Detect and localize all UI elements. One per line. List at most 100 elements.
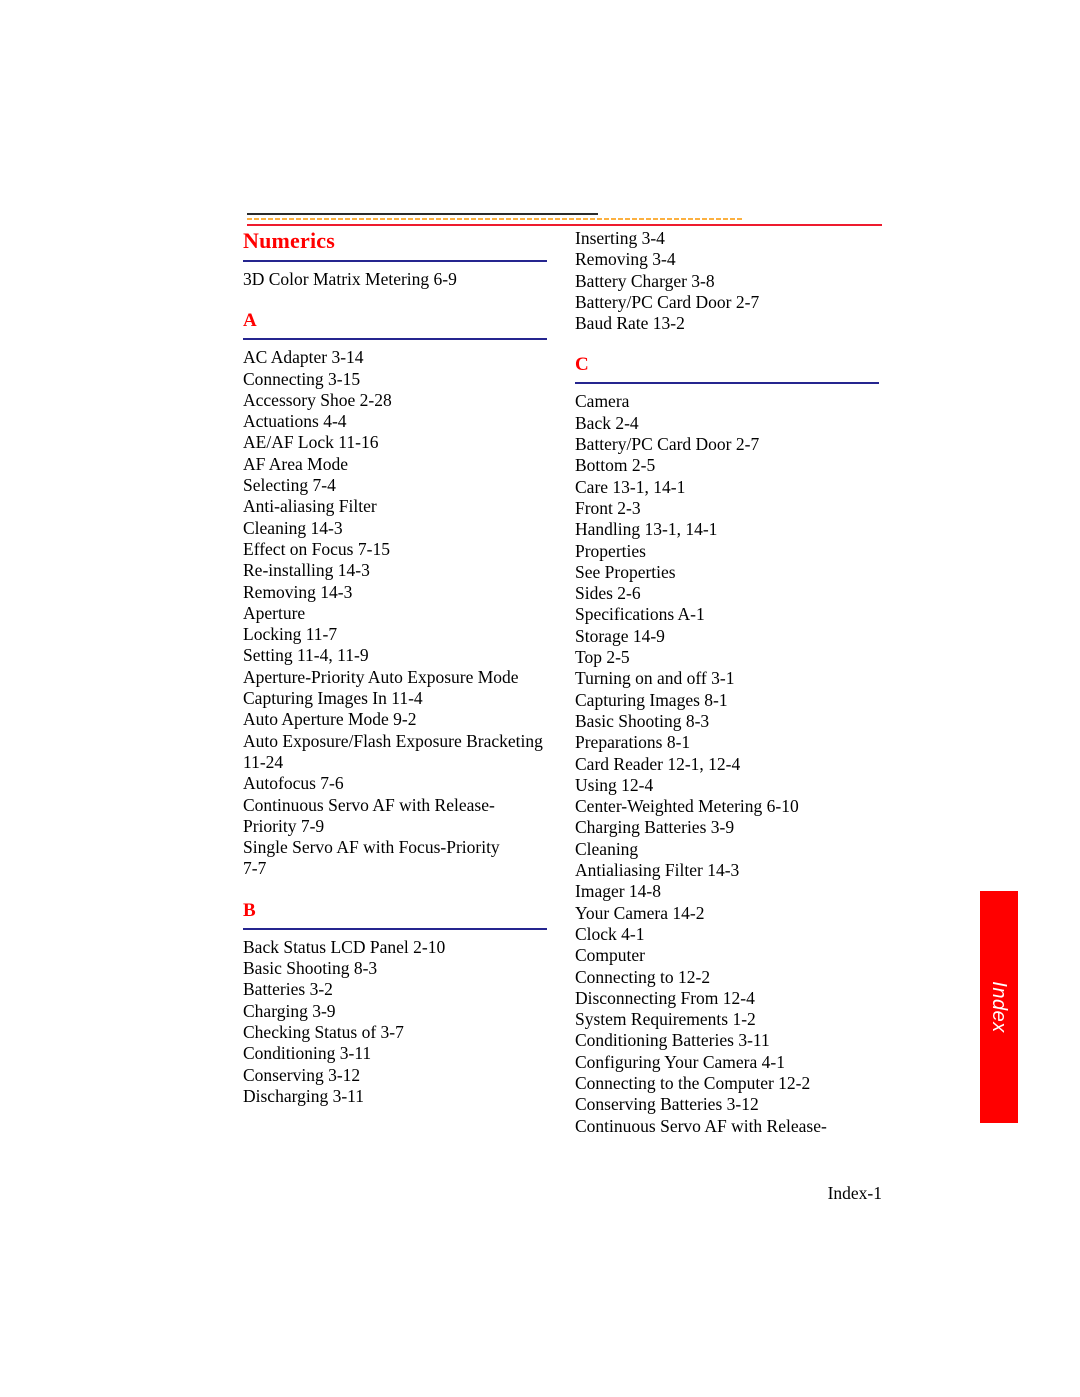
index-entry[interactable]: Bottom 2-5	[575, 455, 881, 476]
index-entry[interactable]: AF Area Mode	[243, 454, 549, 475]
index-entry[interactable]: Removing 3-4	[575, 249, 881, 270]
index-section-underline	[243, 338, 547, 341]
index-section-heading: C	[575, 354, 589, 376]
index-entry[interactable]: Cleaning 14-3	[243, 518, 549, 539]
header-rule-dark	[247, 213, 598, 215]
index-entry[interactable]: Clock 4-1	[575, 924, 881, 945]
index-entry-list: AC Adapter 3-14 Connecting 3-15 Accessory …	[243, 347, 549, 879]
index-entry[interactable]: System Requirements 1-2	[575, 1009, 881, 1030]
index-entry[interactable]: Back 2-4	[575, 413, 881, 434]
page-number-label: Index-1	[827, 1183, 882, 1203]
index-entry[interactable]: Capturing Images 8-1	[575, 690, 881, 711]
index-column-right: Inserting 3-4 Removing 3-4 Battery Charger…	[575, 228, 881, 1137]
index-section-underline	[243, 927, 547, 930]
index-entry[interactable]: Battery/PC Card Door 2-7	[575, 292, 881, 313]
index-entry[interactable]: Conserving 3-12	[243, 1065, 549, 1086]
index-section: A AC Adapter 3-14 Connecting 3-15 Accessory…	[243, 310, 549, 879]
index-section: Numerics 3D Color Matrix Metering 6-9	[243, 228, 549, 290]
index-entry[interactable]: 3D Color Matrix Metering 6-9	[243, 269, 549, 290]
index-entry-list: Back Status LCD Panel 2-10 Basic Shooting…	[243, 937, 549, 1107]
index-entry[interactable]: Continuous Servo AF with Release-	[243, 795, 549, 816]
index-section: C Camera Back 2-4 Battery/PC Card Door 2-7 B…	[575, 354, 881, 1136]
index-entry[interactable]: Storage 14-9	[575, 626, 881, 647]
index-entry[interactable]: Setting 11-4, 11-9	[243, 645, 549, 666]
index-entry[interactable]: Accessory Shoe 2-28	[243, 390, 549, 411]
index-entry-list: 3D Color Matrix Metering 6-9	[243, 269, 549, 290]
index-entry[interactable]: Basic Shooting 8-3	[575, 711, 881, 732]
index-entry[interactable]: Disconnecting From 12-4	[575, 988, 881, 1009]
index-entry[interactable]: Discharging 3-11	[243, 1086, 549, 1107]
index-entry[interactable]: Back Status LCD Panel 2-10	[243, 937, 549, 958]
index-entry[interactable]: Connecting to the Computer 12-2	[575, 1073, 881, 1094]
index-entry[interactable]: Your Camera 14-2	[575, 903, 881, 924]
index-entry[interactable]: Auto Aperture Mode 9-2	[243, 709, 549, 730]
index-entry[interactable]: Aperture-Priority Auto Exposure Mode	[243, 667, 549, 688]
index-entry[interactable]: AE/AF Lock 11-16	[243, 432, 549, 453]
index-entry[interactable]: Conserving Batteries 3-12	[575, 1094, 881, 1115]
index-entry[interactable]: Camera	[575, 391, 881, 412]
index-entry[interactable]: Front 2-3	[575, 498, 881, 519]
index-entry[interactable]: Baud Rate 13-2	[575, 313, 881, 334]
index-entry[interactable]: Computer	[575, 945, 881, 966]
index-entry[interactable]: AC Adapter 3-14	[243, 347, 549, 368]
index-entry[interactable]: Sides 2-6	[575, 583, 881, 604]
index-entry[interactable]: Locking 11-7	[243, 624, 549, 645]
index-entry[interactable]: Inserting 3-4	[575, 228, 881, 249]
index-entry[interactable]: Handling 13-1, 14-1	[575, 519, 881, 540]
index-entry[interactable]: Connecting 3-15	[243, 369, 549, 390]
index-entry[interactable]: Care 13-1, 14-1	[575, 477, 881, 498]
index-entry[interactable]: Using 12-4	[575, 775, 881, 796]
index-entry[interactable]: Priority 7-9	[243, 816, 549, 837]
index-entry[interactable]: Anti-aliasing Filter	[243, 496, 549, 517]
index-section-heading: A	[243, 310, 257, 332]
index-side-tab[interactable]: Index	[980, 891, 1018, 1123]
index-page: Numerics 3D Color Matrix Metering 6-9 A AC …	[0, 0, 1080, 1397]
index-entry[interactable]: Properties	[575, 541, 881, 562]
index-entry[interactable]: Batteries 3-2	[243, 979, 549, 1000]
index-entry[interactable]: 11-24	[243, 752, 549, 773]
index-entry[interactable]: Charging 3-9	[243, 1001, 549, 1022]
index-entry[interactable]: Battery/PC Card Door 2-7	[575, 434, 881, 455]
index-entry[interactable]: Basic Shooting 8-3	[243, 958, 549, 979]
header-rule-red	[247, 224, 882, 226]
index-entry[interactable]: Specifications A-1	[575, 604, 881, 625]
header-rule-yellow	[247, 218, 742, 220]
index-entry[interactable]: Single Servo AF with Focus-Priority	[243, 837, 549, 858]
index-entry[interactable]: See Properties	[575, 562, 881, 583]
index-side-tab-label: Index	[988, 981, 1011, 1033]
index-entry-list: Inserting 3-4 Removing 3-4 Battery Charger…	[575, 228, 881, 334]
index-entry[interactable]: Actuations 4-4	[243, 411, 549, 432]
index-entry[interactable]: Cleaning	[575, 839, 881, 860]
index-entry[interactable]: Re-installing 14-3	[243, 560, 549, 581]
index-entry[interactable]: Capturing Images In 11-4	[243, 688, 549, 709]
index-entry[interactable]: Auto Exposure/Flash Exposure Bracketing	[243, 731, 549, 752]
index-section-underline	[575, 382, 879, 385]
index-entry[interactable]: Card Reader 12-1, 12-4	[575, 754, 881, 775]
index-entry[interactable]: Charging Batteries 3-9	[575, 817, 881, 838]
index-section: B Back Status LCD Panel 2-10 Basic Shootin…	[243, 900, 549, 1107]
index-entry[interactable]: Battery Charger 3-8	[575, 271, 881, 292]
index-entry[interactable]: Selecting 7-4	[243, 475, 549, 496]
index-entry[interactable]: Turning on and off 3-1	[575, 668, 881, 689]
index-entry[interactable]: Removing 14-3	[243, 582, 549, 603]
index-entry[interactable]: Configuring Your Camera 4-1	[575, 1052, 881, 1073]
index-section-heading: B	[243, 899, 256, 921]
index-entry[interactable]: Conditioning Batteries 3-11	[575, 1030, 881, 1051]
index-entry[interactable]: Preparations 8-1	[575, 732, 881, 753]
index-entry[interactable]: Conditioning 3-11	[243, 1043, 549, 1064]
index-entry[interactable]: Aperture	[243, 603, 549, 624]
index-entry[interactable]: Continuous Servo AF with Release-	[575, 1116, 881, 1137]
index-entry[interactable]: Center-Weighted Metering 6-10	[575, 796, 881, 817]
index-entry[interactable]: Top 2-5	[575, 647, 881, 668]
index-entry[interactable]: Checking Status of 3-7	[243, 1022, 549, 1043]
index-entry[interactable]: Imager 14-8	[575, 881, 881, 902]
index-entry[interactable]: Connecting to 12-2	[575, 967, 881, 988]
index-section-underline	[243, 260, 547, 262]
index-section: Inserting 3-4 Removing 3-4 Battery Charger…	[575, 228, 881, 334]
index-entry[interactable]: Antialiasing Filter 14-3	[575, 860, 881, 881]
index-entry[interactable]: Effect on Focus 7-15	[243, 539, 549, 560]
index-column-left: Numerics 3D Color Matrix Metering 6-9 A AC …	[243, 228, 549, 1107]
index-entry[interactable]: 7-7	[243, 858, 549, 879]
index-entry[interactable]: Autofocus 7-6	[243, 773, 549, 794]
page-footer: Index-1	[575, 1183, 882, 1204]
